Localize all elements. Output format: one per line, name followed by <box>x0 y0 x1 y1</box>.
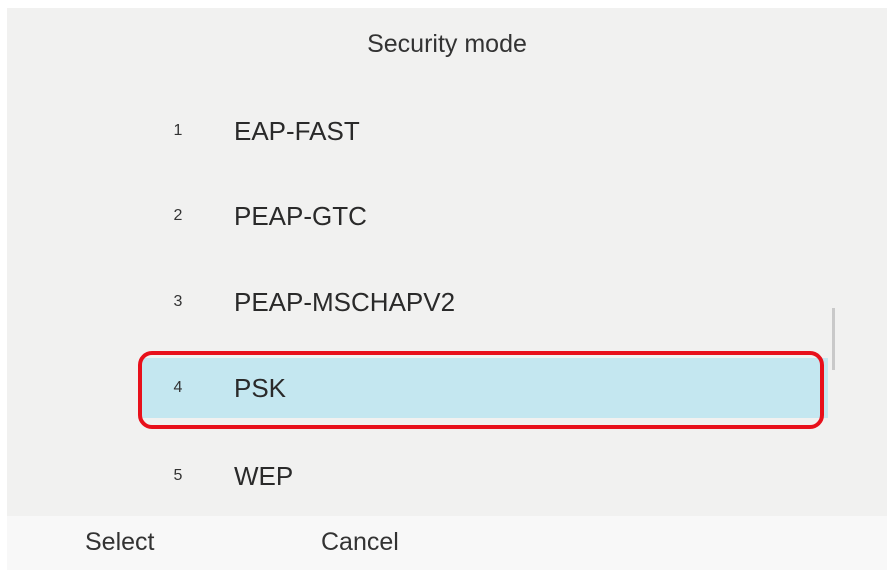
list-item-label: PSK <box>234 372 287 403</box>
scrollbar[interactable] <box>832 308 835 370</box>
list-item-number: 1 <box>173 122 183 139</box>
list-item-number: 5 <box>173 467 183 484</box>
list-item-label: EAP-FAST <box>234 115 360 146</box>
list-item-peap-gtc[interactable]: 2 PEAP-GTC <box>140 186 828 246</box>
list-item-number: 4 <box>173 379 183 396</box>
cancel-softkey[interactable]: Cancel <box>321 528 399 557</box>
list-item-wep[interactable]: 5 WEP <box>140 446 828 506</box>
list-item-eap-fast[interactable]: 1 EAP-FAST <box>140 101 828 161</box>
softkey-bar: Select Cancel <box>7 516 887 570</box>
list-item-label: WEP <box>234 460 294 491</box>
list-item-number: 3 <box>173 293 183 310</box>
list-item-number: 2 <box>173 207 183 224</box>
phone-screen: Security mode 1 EAP-FAST 2 PEAP-GTC 3 PE… <box>7 8 887 570</box>
list-item-psk[interactable]: 4 PSK <box>140 358 828 418</box>
list-item-label: PEAP-MSCHAPV2 <box>234 286 456 317</box>
list-item-label: PEAP-GTC <box>234 200 367 231</box>
select-softkey[interactable]: Select <box>85 528 154 557</box>
security-mode-list: 1 EAP-FAST 2 PEAP-GTC 3 PEAP-MSCHAPV2 4 … <box>7 8 887 516</box>
list-item-peap-mschapv2[interactable]: 3 PEAP-MSCHAPV2 <box>140 272 828 332</box>
